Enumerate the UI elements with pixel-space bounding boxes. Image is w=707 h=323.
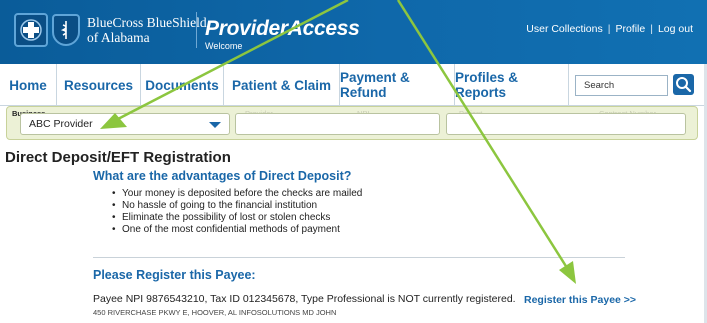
- list-item: Your money is deposited before the check…: [112, 188, 362, 200]
- bcbs-logo[interactable]: BlueCross BlueShield of Alabama: [14, 12, 207, 48]
- payee-status-text: Payee NPI 9876543210, Tax ID 012345678, …: [93, 293, 516, 305]
- arrow-head-register: [559, 261, 576, 284]
- org-name: BlueCross BlueShield of Alabama: [87, 15, 207, 45]
- business-select[interactable]: ABC Provider: [20, 113, 230, 135]
- profile-link[interactable]: Profile: [615, 23, 645, 35]
- main-nav: Home Resources Documents Patient & Claim…: [0, 64, 707, 106]
- patient-contract-field[interactable]: [446, 113, 686, 135]
- nav-profiles-reports[interactable]: Profiles & Reports: [455, 64, 569, 106]
- advantages-list: Your money is deposited before the check…: [112, 188, 362, 236]
- org-name-line1: BlueCross BlueShield: [87, 15, 207, 30]
- nav-home[interactable]: Home: [0, 64, 57, 106]
- list-item: One of the most confidential methods of …: [112, 224, 362, 236]
- brand-title: ProviderAccess: [205, 17, 360, 40]
- nav-resources[interactable]: Resources: [57, 64, 141, 106]
- chevron-down-icon: [209, 122, 221, 128]
- section-divider: [93, 257, 625, 258]
- list-item: Eliminate the possibility of lost or sto…: [112, 212, 362, 224]
- search-input[interactable]: Search: [575, 75, 668, 96]
- logout-link[interactable]: Log out: [658, 23, 693, 35]
- header-divider: [196, 12, 197, 48]
- blue-cross-icon: [14, 13, 48, 47]
- welcome-text: Welcome: [205, 41, 243, 51]
- provider-npi-field[interactable]: [235, 113, 440, 135]
- advantages-heading: What are the advantages of Direct Deposi…: [93, 169, 352, 183]
- search-button[interactable]: [673, 74, 694, 95]
- nav-patient-claim[interactable]: Patient & Claim: [224, 64, 340, 106]
- page-title: Direct Deposit/EFT Registration: [5, 149, 231, 166]
- link-separator: |: [650, 23, 653, 35]
- register-payee-link[interactable]: Register this Payee >>: [524, 294, 636, 306]
- nav-documents[interactable]: Documents: [141, 64, 224, 106]
- top-links: User Collections | Profile | Log out: [526, 23, 693, 35]
- register-heading: Please Register this Payee:: [93, 268, 256, 282]
- blue-shield-icon: [52, 14, 80, 46]
- user-collections-link[interactable]: User Collections: [526, 23, 602, 35]
- list-item: No hassle of going to the financial inst…: [112, 200, 362, 212]
- business-select-value: ABC Provider: [29, 118, 93, 130]
- search-icon: [676, 77, 692, 93]
- link-separator: |: [607, 23, 611, 35]
- org-name-line2: of Alabama: [87, 30, 150, 45]
- payee-address: 450 RIVERCHASE PKWY E, HOOVER, AL INFOSO…: [93, 308, 337, 317]
- nav-payment-refund[interactable]: Payment & Refund: [340, 64, 455, 106]
- app-header: BlueCross BlueShield of Alabama Provider…: [0, 0, 707, 64]
